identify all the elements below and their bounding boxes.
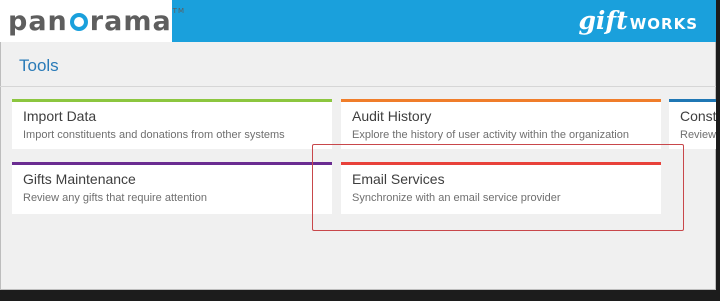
giftworks-logo-gift: gift: [578, 6, 628, 35]
page-title: Tools: [19, 56, 59, 75]
tool-card-title: Audit History: [352, 108, 432, 124]
highlight-box: [312, 144, 684, 231]
tool-card-title: Import Data: [23, 108, 97, 124]
app-window: pan rama TM gift WORKS Tools Import Data…: [0, 0, 716, 290]
panorama-logo[interactable]: pan rama TM: [0, 0, 184, 42]
tool-card-description: Review any gifts that require attention: [23, 192, 208, 204]
tool-card-description: Explore the history of user activity wit…: [352, 129, 629, 141]
tool-card-constituents[interactable]: Consti Review a: [669, 99, 716, 149]
giftworks-logo[interactable]: gift WORKS: [578, 6, 698, 35]
tool-card-import-data[interactable]: Import Data Import constituents and dona…: [12, 99, 332, 149]
panorama-logo-text: pan rama TM: [8, 6, 185, 37]
tool-card-gifts-maintenance[interactable]: Gifts Maintenance Review any gifts that …: [12, 162, 332, 214]
logo-trademark: TM: [172, 7, 185, 15]
tool-card-description: Import constituents and donations from o…: [23, 129, 285, 141]
logo-text-suffix: rama: [89, 5, 172, 37]
giftworks-logo-works: WORKS: [629, 15, 698, 33]
tool-card-title: Consti: [680, 108, 716, 124]
top-bar: pan rama TM gift WORKS: [0, 0, 716, 42]
tool-card-description: Review a: [680, 129, 716, 141]
logo-text-prefix: pan: [8, 5, 68, 37]
title-divider: [0, 86, 716, 87]
tool-card-audit-history[interactable]: Audit History Explore the history of use…: [341, 99, 661, 149]
logo-flower-icon: [69, 13, 88, 31]
tool-card-title: Gifts Maintenance: [23, 171, 136, 187]
